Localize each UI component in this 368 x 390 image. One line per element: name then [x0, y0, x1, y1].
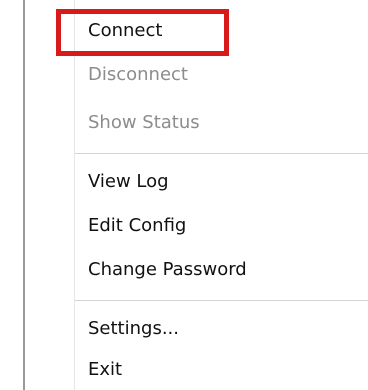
menu-item-change-password[interactable]: Change Password [88, 258, 247, 284]
menu-left-border [23, 0, 25, 390]
icon-gutter-divider [74, 0, 75, 390]
menu-item-show-status: Show Status [88, 112, 200, 133]
menu-item-disconnect: Disconnect [88, 64, 188, 85]
menu-item-exit[interactable]: Exit [88, 358, 122, 384]
menu-item-connect[interactable]: Connect [88, 19, 162, 45]
menu-item-edit-config[interactable]: Edit Config [88, 214, 186, 240]
menu-item-settings[interactable]: Settings... [88, 317, 179, 343]
menu-item-view-log[interactable]: View Log [88, 170, 169, 196]
menu-separator [75, 300, 368, 301]
menu-separator [75, 153, 368, 154]
context-menu: Connect Disconnect Show Status View Log … [0, 0, 368, 390]
